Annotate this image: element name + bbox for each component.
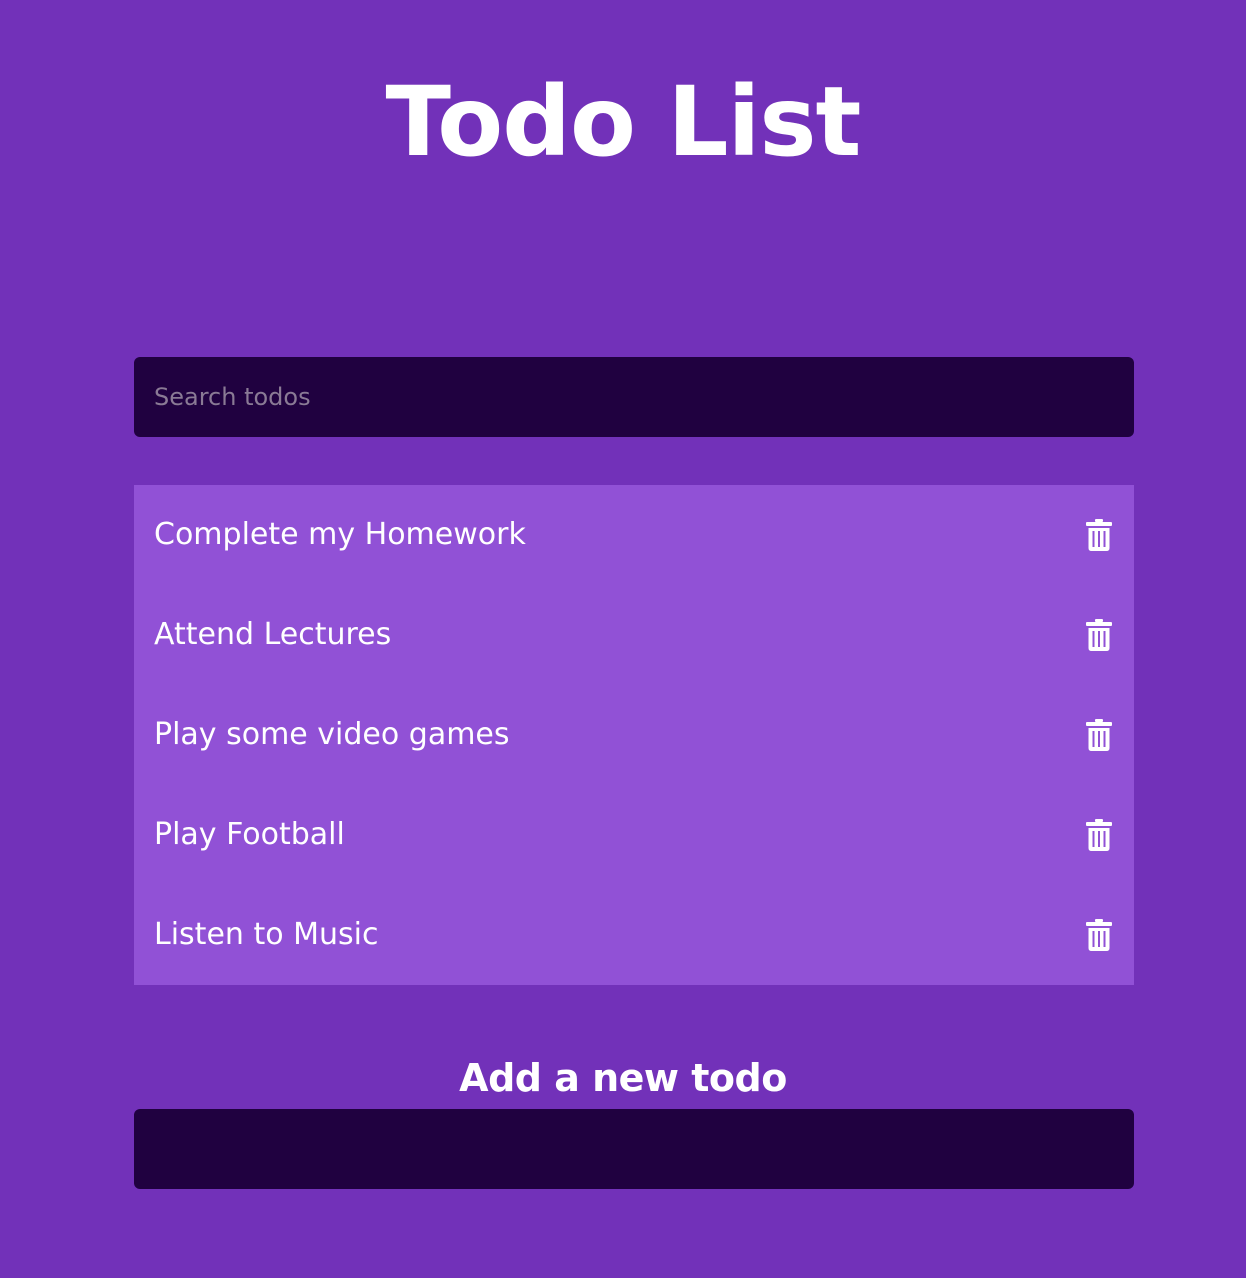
page-title: Todo List bbox=[385, 66, 862, 178]
todo-text: Complete my Homework bbox=[154, 517, 526, 552]
trash-icon bbox=[1086, 719, 1112, 751]
trash-icon bbox=[1086, 819, 1112, 851]
add-todo-heading: Add a new todo bbox=[459, 1056, 787, 1100]
delete-todo-button[interactable] bbox=[1084, 718, 1114, 752]
delete-todo-button[interactable] bbox=[1084, 518, 1114, 552]
delete-todo-button[interactable] bbox=[1084, 818, 1114, 852]
list-item: Attend Lectures bbox=[134, 585, 1134, 685]
list-item: Complete my Homework bbox=[134, 485, 1134, 585]
delete-todo-button[interactable] bbox=[1084, 618, 1114, 652]
trash-icon bbox=[1086, 619, 1112, 651]
trash-icon bbox=[1086, 919, 1112, 951]
add-todo-input[interactable] bbox=[134, 1109, 1134, 1189]
todo-text: Attend Lectures bbox=[154, 617, 392, 652]
todo-text: Listen to Music bbox=[154, 917, 379, 952]
todo-text: Play some video games bbox=[154, 717, 510, 752]
todo-text: Play Football bbox=[154, 817, 345, 852]
list-item: Play Football bbox=[134, 785, 1134, 885]
list-item: Listen to Music bbox=[134, 885, 1134, 985]
todo-list: Complete my Homework Attend Lectures Pla… bbox=[134, 485, 1134, 985]
todo-app: Todo List Complete my Homework Attend Le… bbox=[0, 0, 1246, 1278]
list-item: Play some video games bbox=[134, 685, 1134, 785]
search-input[interactable] bbox=[134, 357, 1134, 437]
delete-todo-button[interactable] bbox=[1084, 918, 1114, 952]
trash-icon bbox=[1086, 519, 1112, 551]
